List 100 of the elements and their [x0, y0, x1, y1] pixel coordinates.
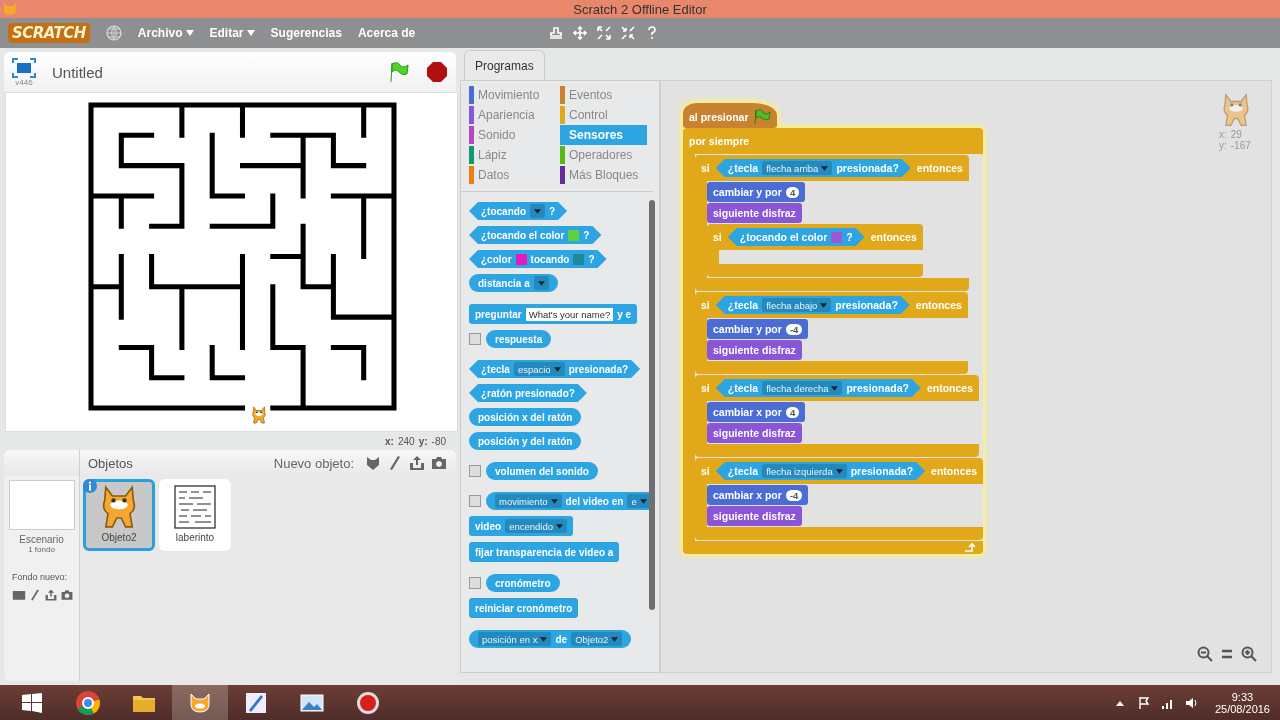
- stack-block[interactable]: cambiar x por 4: [707, 402, 806, 422]
- dropdown-field[interactable]: flecha abajo: [762, 298, 832, 312]
- boolean-block[interactable]: ¿tocando el color ?: [727, 228, 865, 246]
- fullscreen-icon[interactable]: [12, 57, 36, 78]
- stack-block[interactable]: siguiente disfraz: [707, 203, 802, 223]
- checkbox[interactable]: [469, 465, 481, 477]
- dropdown-field[interactable]: movimiento: [495, 494, 562, 508]
- stack-block[interactable]: cambiar x por -4: [707, 485, 809, 505]
- color-swatch[interactable]: [568, 229, 580, 241]
- tab[interactable]: Programas: [464, 50, 545, 80]
- dropdown-field[interactable]: flecha derecha: [762, 381, 843, 395]
- color-swatch[interactable]: [573, 253, 585, 265]
- event-block[interactable]: al presionar: [683, 103, 777, 128]
- upload-icon[interactable]: [43, 588, 58, 602]
- image-icon[interactable]: [11, 588, 26, 602]
- menu-item[interactable]: Editar: [209, 26, 255, 40]
- boolean-block[interactable]: ¿tocando ?: [469, 202, 568, 220]
- dropdown-field[interactable]: flecha izquierda: [762, 464, 847, 478]
- cat-head-icon[interactable]: [364, 455, 382, 471]
- flag-button[interactable]: [388, 61, 410, 83]
- stop-button[interactable]: [426, 61, 448, 83]
- number-input[interactable]: 4: [785, 406, 800, 418]
- reporter-block[interactable]: distancia a: [469, 274, 558, 292]
- dropdown-field[interactable]: [530, 204, 545, 218]
- stack-block[interactable]: reiniciar cronómetro: [469, 598, 579, 618]
- dropdown-field[interactable]: espacio: [513, 362, 565, 376]
- dropdown-field[interactable]: Objeto2: [571, 632, 623, 646]
- stack-block[interactable]: siguiente disfraz: [707, 423, 802, 443]
- if-block[interactable]: si ¿tecla flecha derecha presionada? entonces cambiar x por 4 siguiente disfraz: [695, 375, 979, 457]
- category-item[interactable]: Lápiz: [469, 145, 556, 165]
- reporter-block[interactable]: volumen del sonido: [486, 462, 598, 480]
- stage-thumbnail[interactable]: [8, 480, 75, 530]
- number-input[interactable]: 4: [785, 186, 800, 198]
- loop-block[interactable]: [683, 128, 984, 554]
- if-block[interactable]: si ¿tecla flecha izquierda presionada? entonces cambiar x por -4 siguiente disfraz: [695, 458, 984, 540]
- dropdown-field[interactable]: posición en x: [478, 632, 552, 646]
- camera-icon[interactable]: [430, 455, 448, 471]
- boolean-block[interactable]: ¿tecla flecha abajo presionada?: [715, 296, 910, 314]
- checkbox[interactable]: [469, 333, 481, 345]
- shrink-icon[interactable]: [621, 26, 636, 40]
- stack-block[interactable]: siguiente disfraz: [707, 506, 802, 526]
- stack-block[interactable]: cambiar y por -4: [707, 319, 809, 339]
- menu-item[interactable]: Acerca de: [357, 26, 416, 40]
- category-item[interactable]: Más Bloques: [560, 165, 647, 185]
- checkbox[interactable]: [469, 577, 481, 589]
- category-item[interactable]: Eventos: [560, 85, 647, 105]
- stamp-icon[interactable]: [549, 26, 564, 40]
- if-block[interactable]: si ¿tocando el color ? entonces: [707, 224, 923, 277]
- number-input[interactable]: -4: [785, 489, 803, 501]
- category-item[interactable]: Sensores: [560, 125, 647, 145]
- speaker-icon[interactable]: [1184, 695, 1199, 710]
- stack-block[interactable]: fijar transparencia de video a: [469, 542, 620, 562]
- move-icon[interactable]: [573, 26, 588, 40]
- text-input[interactable]: What's your name?: [525, 307, 614, 321]
- scrollbar[interactable]: [649, 200, 655, 610]
- if-block[interactable]: si ¿tecla flecha arriba presionada? entonces cambiar y por 4 siguiente disfraz si ¿tocando el color ? entonces: [695, 155, 969, 291]
- expand-icon[interactable]: [597, 26, 612, 40]
- color-swatch[interactable]: [831, 231, 843, 243]
- upload-icon[interactable]: [408, 455, 426, 471]
- stack-block[interactable]: preguntar What's your name? y e: [469, 304, 638, 324]
- project-title[interactable]: Untitled: [52, 63, 372, 81]
- boolean-block[interactable]: ¿tecla flecha arriba presionada?: [715, 159, 911, 177]
- stack-block[interactable]: cambiar y por 4: [707, 182, 806, 202]
- dropdown-field[interactable]: flecha arriba: [762, 161, 833, 175]
- zoom-out-icon[interactable]: [1197, 646, 1213, 662]
- sprite-tile[interactable]: laberinto: [159, 479, 231, 551]
- checkbox[interactable]: [469, 495, 481, 507]
- flag-icon[interactable]: [1136, 695, 1151, 710]
- color-swatch[interactable]: [515, 253, 527, 265]
- boolean-block[interactable]: ¿ratón presionado?: [469, 384, 587, 402]
- category-item[interactable]: Movimiento: [469, 85, 556, 105]
- zoom-in-icon[interactable]: [1241, 646, 1257, 662]
- reporter-block[interactable]: cronómetro: [486, 574, 560, 592]
- menu-item[interactable]: Archivo: [137, 26, 194, 40]
- if-block[interactable]: si ¿tecla flecha abajo presionada? entonces cambiar y por -4 siguiente disfraz: [695, 292, 968, 374]
- category-item[interactable]: Control: [560, 105, 647, 125]
- reporter-block[interactable]: respuesta: [486, 330, 552, 348]
- reporter-block[interactable]: posición en x de Objeto2: [469, 630, 632, 648]
- reporter-block[interactable]: posición x del ratón: [469, 408, 582, 426]
- boolean-block[interactable]: ¿tecla espacio presionada?: [469, 360, 641, 378]
- category-item[interactable]: Sonido: [469, 125, 556, 145]
- reporter-block[interactable]: movimiento del video en e: [486, 492, 649, 510]
- camera-icon[interactable]: [59, 588, 74, 602]
- category-item[interactable]: Datos: [469, 165, 556, 185]
- reporter-block[interactable]: posición y del ratón: [469, 432, 582, 450]
- boolean-block[interactable]: ¿tecla flecha derecha presionada?: [715, 379, 921, 397]
- taskbar-app[interactable]: [172, 685, 228, 720]
- menu-item[interactable]: Sugerencias: [270, 26, 342, 40]
- category-item[interactable]: Apariencia: [469, 105, 556, 125]
- stack-block[interactable]: video encendido: [469, 516, 573, 536]
- scratch-logo[interactable]: SCRATCH: [8, 23, 90, 43]
- dropdown-field[interactable]: encendido: [505, 519, 567, 533]
- category-item[interactable]: Operadores: [560, 145, 647, 165]
- dropdown-field[interactable]: e: [627, 494, 649, 508]
- boolean-block[interactable]: ¿color tocando ?: [469, 250, 607, 268]
- dropdown-field[interactable]: [533, 276, 549, 290]
- info-icon[interactable]: [83, 479, 97, 493]
- number-input[interactable]: -4: [785, 323, 803, 335]
- stack-block[interactable]: siguiente disfraz: [707, 340, 802, 360]
- boolean-block[interactable]: ¿tocando el color ?: [469, 226, 602, 244]
